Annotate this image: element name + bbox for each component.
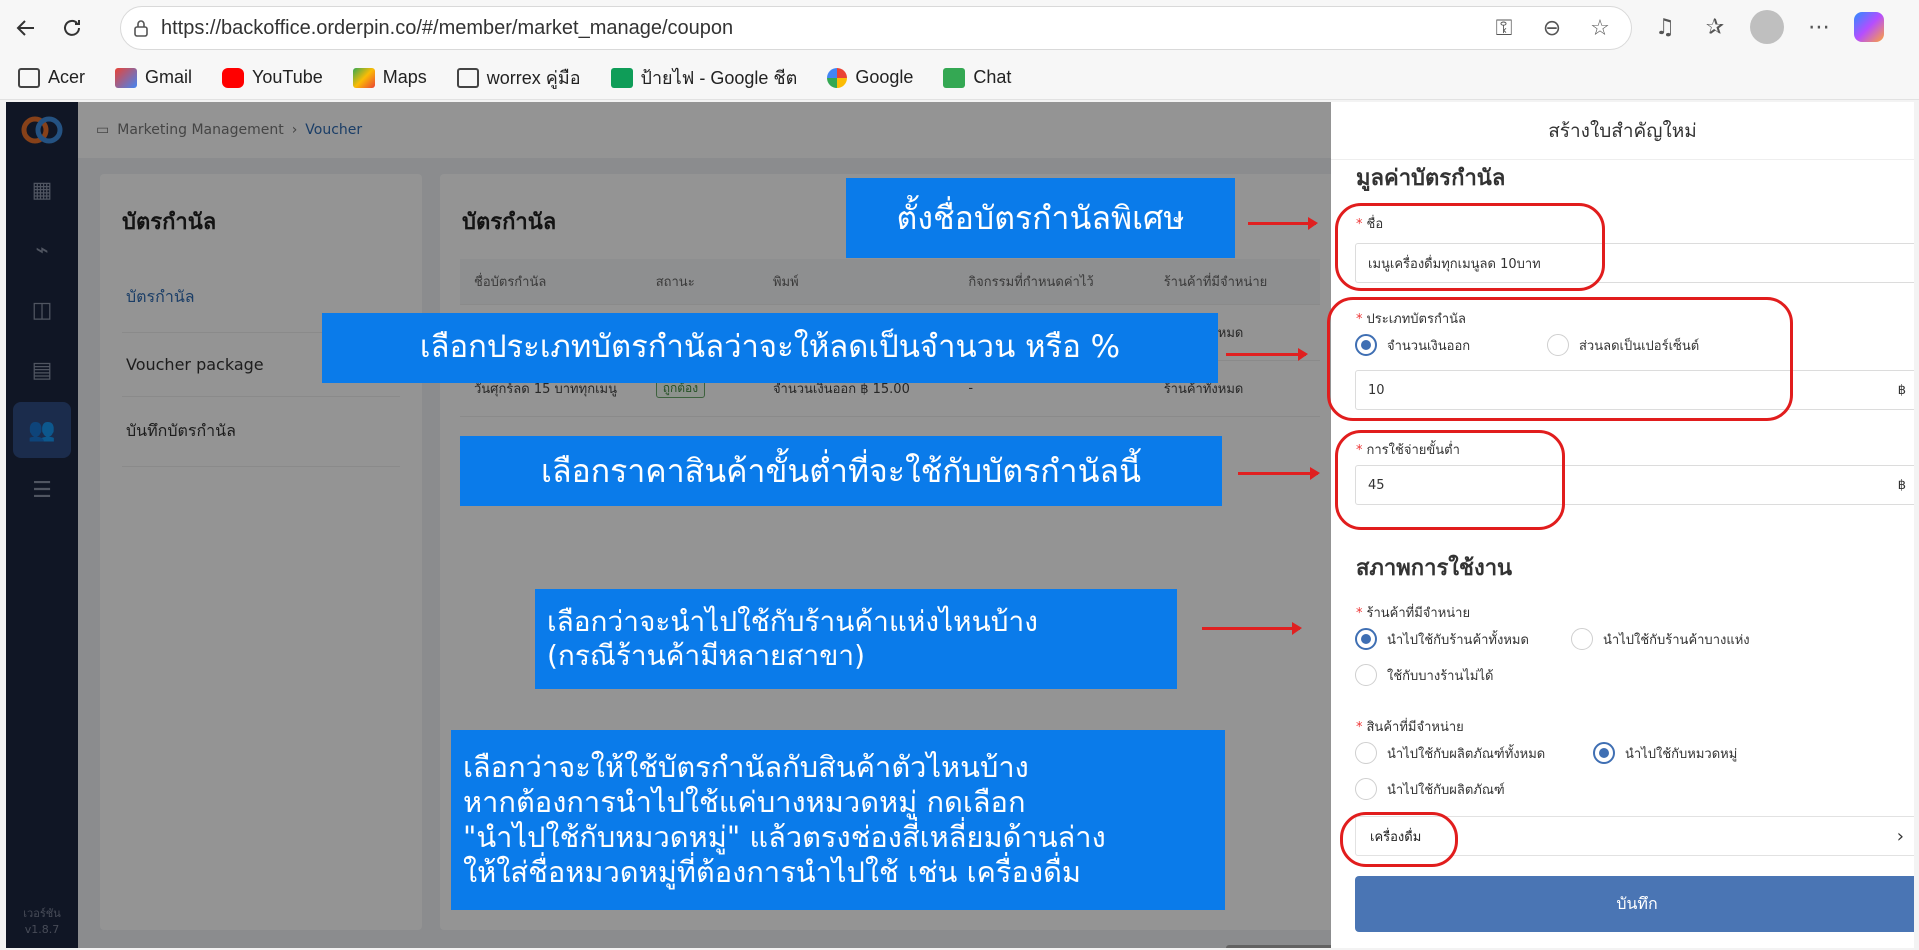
radio-dot[interactable] — [1593, 742, 1615, 764]
chevron-right-icon: › — [1896, 825, 1904, 847]
annotation-stores: เลือกว่าจะนำไปใช้กับร้านค้าแห่งไหนบ้าง (… — [535, 589, 1177, 689]
google-icon — [827, 67, 848, 88]
maps-icon — [352, 67, 375, 88]
bookmark-worrex[interactable]: worrex คู่มือ — [456, 63, 581, 92]
gmail-icon — [115, 67, 138, 88]
annotation-line: (กรณีร้านค้ามีหลายสาขา) — [547, 639, 866, 672]
radio-label: นำไปใช้กับผลิตภัณฑ์ทั้งหมด — [1387, 746, 1546, 762]
section-voucher-value: มูลค่าบัตรกำนัล — [1356, 166, 1506, 191]
annotation-min-spend: เลือกราคาสินค้าขั้นต่ำที่จะใช้กับบัตรกำน… — [460, 436, 1222, 506]
annotation-arrow — [1248, 217, 1318, 230]
annotation-name: ตั้งชื่อบัตรกำนัลพิเศษ — [846, 178, 1235, 258]
annotation-arrow — [1202, 622, 1302, 635]
bookmark-label: Maps — [382, 67, 427, 87]
annotation-line: หากต้องการนำไปใช้แค่บางหมวดหมู่ กดเลือก — [463, 785, 1026, 820]
save-button[interactable]: บันทึก — [1355, 876, 1914, 932]
bookmark-label: Chat — [973, 67, 1012, 87]
favorite-star-icon[interactable]: ☆ — [1585, 13, 1615, 43]
radio-label: นำไปใช้กับร้านค้าบางแห่ง — [1603, 632, 1750, 648]
radio-all-stores[interactable]: นำไปใช้กับร้านค้าทั้งหมด — [1355, 628, 1529, 650]
currency-suffix: ฿ — [1897, 477, 1906, 493]
radio-all-products[interactable]: นำไปใช้กับผลิตภัณฑ์ทั้งหมด — [1355, 742, 1545, 764]
product-label: * สินค้าที่มีจำหน่าย — [1356, 720, 1464, 735]
annotation-voucher-type: เลือกประเภทบัตรกำนัลว่าจะให้ลดเป็นจำนวน … — [322, 313, 1218, 383]
radio-dot[interactable] — [1355, 778, 1377, 800]
key-icon[interactable]: ⚿ — [1489, 13, 1519, 43]
bookmark-label: YouTube — [252, 67, 323, 87]
profile-avatar[interactable] — [1750, 10, 1784, 44]
highlight-voucher-type — [1327, 297, 1793, 421]
highlight-category — [1340, 812, 1458, 867]
radio-label: นำไปใช้กับหมวดหมู่ — [1625, 746, 1738, 762]
radio-dot[interactable] — [1355, 628, 1377, 650]
bookmark-label: ป้ายไฟ - Google ชีต — [640, 68, 798, 88]
highlight-name-field — [1335, 203, 1605, 291]
radio-dot[interactable] — [1355, 742, 1377, 764]
bookmark-acer[interactable]: Acer — [18, 67, 85, 88]
bookmark-label: Acer — [48, 67, 86, 87]
annotation-arrow — [1226, 348, 1308, 361]
bookmark-youtube[interactable]: YouTube — [222, 67, 323, 88]
sheets-icon — [610, 67, 633, 88]
refresh-icon[interactable] — [52, 8, 92, 48]
annotation-line: ให้ใส่ชื่อหมวดหมู่ที่ต้องการนำไปใช้ เช่น… — [463, 854, 1081, 889]
radio-label: ใช้กับบางร้านไม่ได้ — [1387, 668, 1494, 684]
youtube-icon — [222, 67, 245, 88]
radio-label: นำไปใช้กับผลิตภัณฑ์ — [1387, 782, 1505, 798]
store-label: * ร้านค้าที่มีจำหน่าย — [1356, 606, 1471, 621]
copilot-icon[interactable] — [1854, 12, 1884, 42]
radio-specific-products[interactable]: นำไปใช้กับผลิตภัณฑ์ — [1355, 778, 1505, 800]
address-bar[interactable]: https://backoffice.orderpin.co/#/member/… — [120, 6, 1632, 50]
bookmark-gmail[interactable]: Gmail — [115, 67, 192, 88]
annotation-line: เลือกว่าจะนำไปใช้กับร้านค้าแห่งไหนบ้าง — [547, 605, 1038, 639]
currency-suffix: ฿ — [1897, 382, 1906, 398]
annotation-arrow — [1238, 467, 1320, 480]
radio-dot[interactable] — [1355, 664, 1377, 686]
drawer-title: สร้างใบสำคัญใหม่ — [1331, 102, 1914, 160]
bookmark-sheet[interactable]: ป้ายไฟ - Google ชีต — [610, 63, 798, 92]
annotation-line: "นำไปใช้กับหมวดหมู่" แล้วตรงช่องสี่เหลี่… — [463, 820, 1106, 854]
zoom-out-icon[interactable]: ⊖ — [1537, 13, 1567, 43]
more-icon[interactable]: ⋯ — [1804, 12, 1834, 42]
bookmark-google[interactable]: Google — [827, 67, 913, 88]
radio-category[interactable]: นำไปใช้กับหมวดหมู่ — [1593, 742, 1737, 764]
bookmarks-bar: Acer Gmail YouTube Maps worrex คู่มือ ป้… — [0, 56, 1919, 100]
lock-icon[interactable] — [121, 19, 161, 37]
bookmark-chat[interactable]: Chat — [943, 67, 1011, 88]
media-icon[interactable]: ♫ — [1650, 12, 1680, 42]
url-text[interactable]: https://backoffice.orderpin.co/#/member/… — [161, 17, 733, 40]
browser-toolbar: https://backoffice.orderpin.co/#/member/… — [0, 0, 1919, 56]
section-usage-conditions: สภาพการใช้งาน — [1356, 556, 1513, 581]
product-label-text: สินค้าที่มีจำหน่าย — [1366, 720, 1464, 735]
radio-label: นำไปใช้กับร้านค้าทั้งหมด — [1387, 632, 1529, 648]
radio-exclude-stores[interactable]: ใช้กับบางร้านไม่ได้ — [1355, 664, 1493, 686]
folder-icon — [456, 67, 479, 88]
radio-some-stores[interactable]: นำไปใช้กับร้านค้าบางแห่ง — [1571, 628, 1750, 650]
bookmark-label: worrex คู่มือ — [486, 68, 581, 88]
chat-icon — [943, 67, 966, 88]
annotation-line: เลือกว่าจะให้ใช้บัตรกำนัลกับสินค้าตัวไหน… — [463, 750, 1029, 785]
bookmark-label: Google — [855, 67, 914, 87]
favorites-icon[interactable]: ✰ — [1700, 12, 1730, 42]
annotation-products: เลือกว่าจะให้ใช้บัตรกำนัลกับสินค้าตัวไหน… — [451, 730, 1225, 910]
bookmark-maps[interactable]: Maps — [352, 67, 427, 88]
highlight-min-spend — [1335, 430, 1565, 530]
back-icon[interactable] — [6, 8, 46, 48]
folder-icon — [18, 67, 40, 88]
radio-dot[interactable] — [1571, 628, 1593, 650]
bookmark-label: Gmail — [145, 67, 193, 87]
store-label-text: ร้านค้าที่มีจำหน่าย — [1366, 606, 1471, 621]
